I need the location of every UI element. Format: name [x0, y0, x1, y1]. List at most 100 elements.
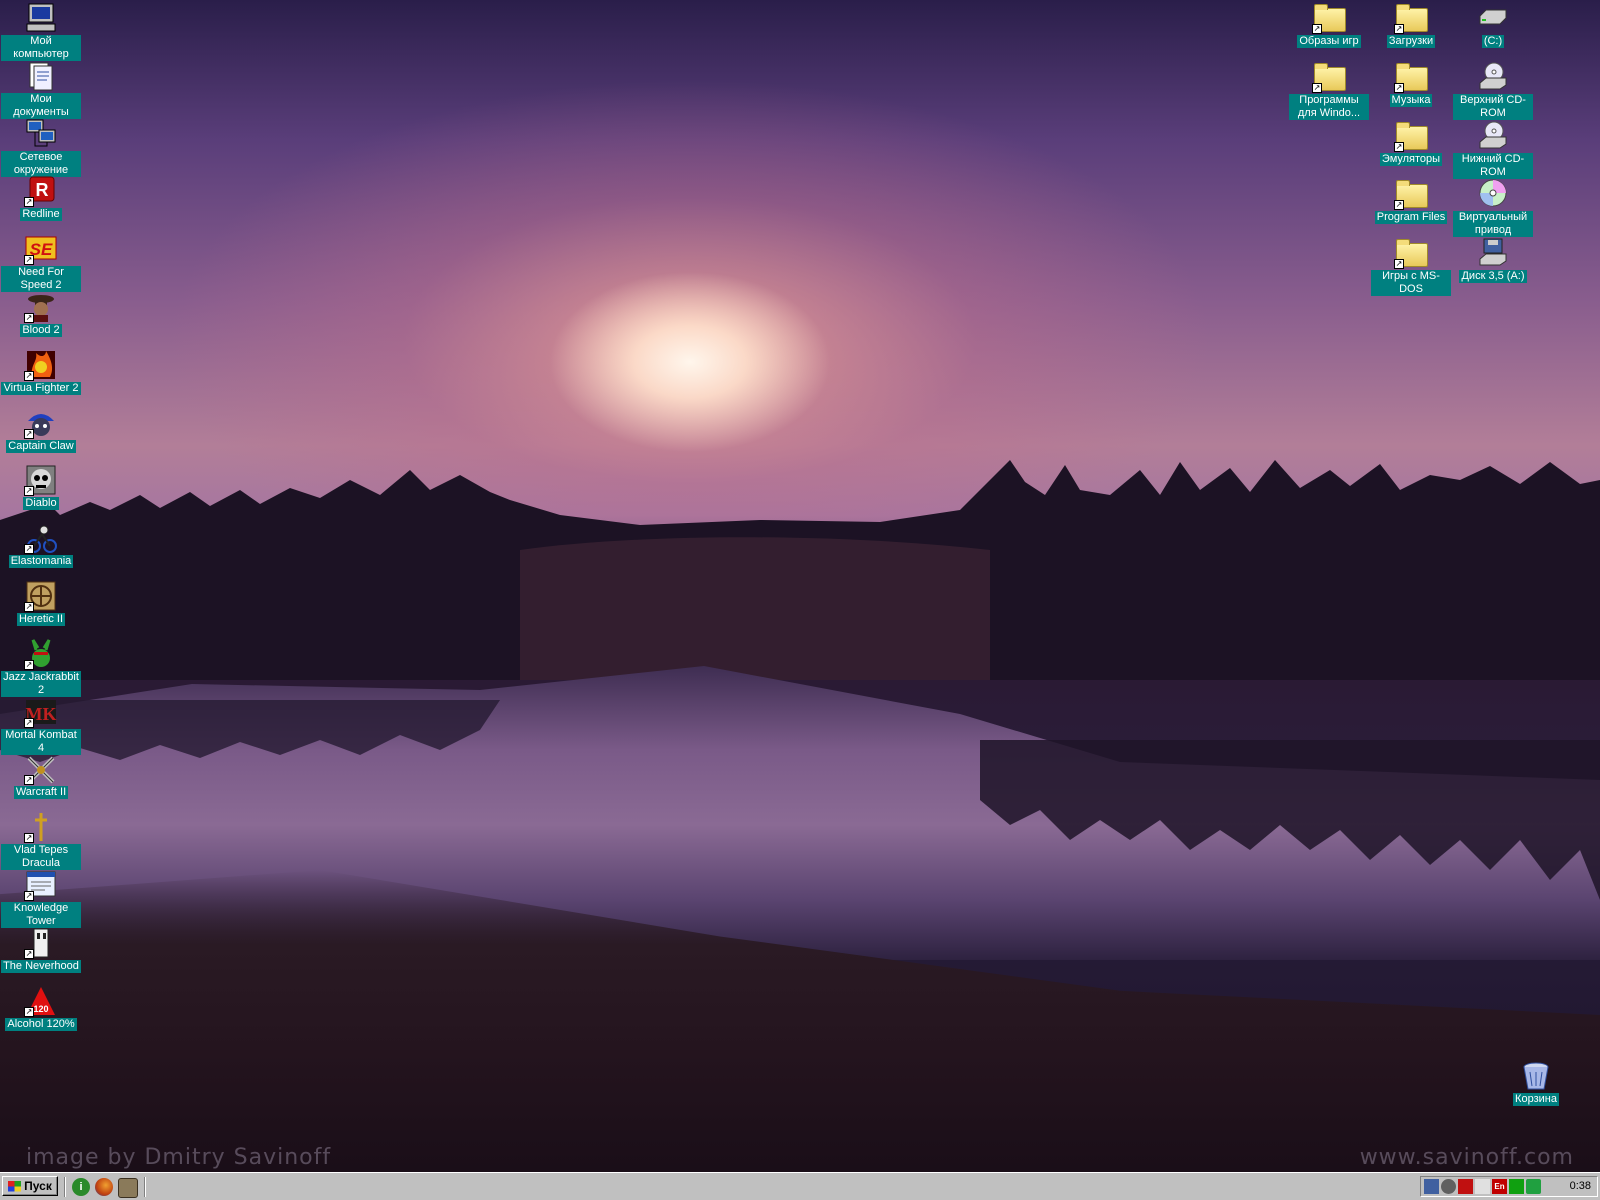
taskbar-separator — [144, 1177, 146, 1197]
knowledge-tower-icon: ↗ — [24, 869, 58, 901]
my-documents-icon — [24, 60, 58, 92]
mortal-kombat-icon: MK ↗ — [24, 696, 58, 728]
desktop-icon-folder-1[interactable]: ↗ Загрузки — [1371, 2, 1451, 48]
desktop-icon-folder-6[interactable]: ↗ Эмуляторы — [1371, 120, 1451, 166]
folder-icon: ↗ — [1394, 61, 1428, 93]
desktop-icon-cdrom-5[interactable]: Верхний CD-ROM — [1453, 61, 1533, 120]
folder-icon: ↗ — [1312, 2, 1346, 34]
system-tray: En 0:38 — [1420, 1176, 1598, 1197]
ati-icon[interactable] — [1458, 1179, 1473, 1194]
show-desktop-icon[interactable]: i — [72, 1178, 90, 1196]
desktop-icon-label: Knowledge Tower — [1, 902, 81, 928]
desktop-icon-elastomania[interactable]: ↗ Elastomania — [1, 522, 81, 569]
desktop-icon-warcraft[interactable]: ↗ Warcraft II — [1, 753, 81, 800]
desktop-icon-my-documents[interactable]: Мои документы — [1, 60, 81, 119]
desktop-icon-label: Warcraft II — [13, 786, 69, 800]
desktop-icon-label: Музыка — [1389, 93, 1433, 107]
desktop-icon-label: Образы игр — [1297, 35, 1361, 48]
desktop-icon-label: Программы для Windo... — [1289, 93, 1369, 120]
desktop-icon-jazz-jackrabbit[interactable]: ↗ Jazz Jackrabbit 2 — [1, 638, 81, 697]
volume-icon[interactable] — [1441, 1179, 1456, 1194]
redline-icon: R ↗ — [24, 175, 58, 208]
desktop-icon-floppy-11[interactable]: Диск 3,5 (A:) — [1453, 237, 1533, 284]
calculator-icon[interactable] — [118, 1178, 138, 1198]
firefox-icon[interactable] — [95, 1178, 113, 1196]
desktop-icon-folder-0[interactable]: ↗ Образы игр — [1289, 2, 1369, 48]
cdrom-icon — [1476, 61, 1510, 93]
desktop-icon-label: Игры с MS-DOS — [1371, 270, 1451, 297]
desktop-icon-network[interactable]: Сетевое окружение — [1, 118, 81, 177]
desktop-icon-label: Jazz Jackrabbit 2 — [1, 670, 81, 697]
recycle-bin-icon — [1519, 1060, 1553, 1092]
start-button[interactable]: Пуск — [2, 1176, 58, 1196]
desktop-icon-virtua-fighter[interactable]: ↗ Virtua Fighter 2 — [1, 349, 81, 395]
diablo-icon: ↗ — [24, 464, 58, 497]
warcraft-icon: ↗ — [24, 753, 58, 786]
cdrom-icon — [1476, 120, 1510, 152]
desktop-icon-label: Мои документы — [1, 92, 81, 119]
codec-icon[interactable] — [1475, 1179, 1490, 1194]
taskbar-separator — [64, 1177, 66, 1197]
network-icon — [24, 118, 58, 150]
need-for-speed-icon: SE ↗ — [24, 233, 58, 266]
desktop-icon-folder-4[interactable]: ↗ Музыка — [1371, 61, 1451, 107]
desktop-icon-neverhood[interactable]: ↗ The Neverhood — [1, 927, 81, 973]
desktop-icon-label: Need For Speed 2 — [1, 266, 81, 293]
language-icon[interactable]: En — [1492, 1179, 1507, 1194]
virtual-drive-icon — [1476, 178, 1510, 210]
desktop-icon-dracula[interactable]: ↗ Vlad Tepes Dracula — [1, 811, 81, 871]
folder-icon: ↗ — [1394, 237, 1428, 270]
desktop-icon-folder-10[interactable]: ↗ Игры с MS-DOS — [1371, 237, 1451, 297]
desktop-icon-knowledge-tower[interactable]: ↗ Knowledge Tower — [1, 869, 81, 928]
dracula-icon: ↗ — [24, 813, 47, 844]
desktop-icon-label: Redline — [20, 208, 62, 222]
desktop-icon-captain-claw[interactable]: ↗ Captain Claw — [1, 407, 81, 453]
heretic-icon: ↗ — [24, 580, 58, 612]
desktop-icon-label: Elastomania — [8, 555, 74, 569]
desktop-icon-folder-3[interactable]: ↗ Программы для Windo... — [1289, 61, 1369, 120]
desktop-icon-label: Alcohol 120% — [5, 1017, 77, 1031]
desktop-icon-label: Виртуальный привод — [1453, 211, 1533, 238]
desktop-icon-heretic[interactable]: ↗ Heretic II — [1, 580, 81, 626]
windows-flag-icon — [8, 1180, 22, 1192]
app-green-icon[interactable] — [1509, 1179, 1524, 1194]
recycle-bin[interactable]: Корзина — [1496, 1060, 1576, 1106]
desktop-icon-redline[interactable]: R ↗ Redline — [1, 175, 81, 222]
desktop-icon-label: Нижний CD-ROM — [1453, 152, 1533, 179]
desktop-icon-diablo[interactable]: ↗ Diablo — [1, 464, 81, 511]
monitor-icon[interactable] — [1424, 1179, 1439, 1194]
desktop-icon-label: Blood 2 — [20, 324, 62, 337]
desktop-icon-cdrom-7[interactable]: Нижний CD-ROM — [1453, 120, 1533, 179]
desktop-icon-mortal-kombat[interactable]: MK ↗ Mortal Kombat 4 — [1, 696, 81, 755]
desktop-icon-alcohol[interactable]: 120 ↗ Alcohol 120% — [1, 985, 81, 1031]
desktop-icon-label: Сетевое окружение — [1, 150, 81, 177]
desktop-icon-label: Mortal Kombat 4 — [1, 728, 81, 755]
desktop-icon-label: Heretic II — [16, 613, 65, 626]
folder-icon: ↗ — [1394, 120, 1428, 152]
desktop-icon-label: Мой компьютер — [1, 35, 81, 61]
desktop-icon-virtual-drive-9[interactable]: Виртуальный привод — [1453, 178, 1533, 238]
jazz-jackrabbit-icon: ↗ — [24, 638, 58, 670]
virtua-fighter-icon: ↗ — [24, 349, 58, 381]
desktop-icon-blood[interactable]: ↗ Blood 2 — [1, 291, 81, 337]
svg-text:120: 120 — [33, 1004, 48, 1014]
desktop-icon-label: Эмуляторы — [1379, 152, 1443, 166]
watermark-left: image by Dmitry Savinoff — [26, 1145, 332, 1170]
elastomania-icon: ↗ — [24, 522, 58, 555]
desktop-icon-hard-drive-2[interactable]: (C:) — [1453, 2, 1533, 48]
folder-icon: ↗ — [1394, 178, 1428, 211]
hard-drive-icon — [1476, 2, 1510, 34]
desktop-icon-folder-8[interactable]: ↗ Program Files — [1371, 178, 1451, 225]
desktop-icon-my-computer[interactable]: Мой компьютер — [1, 2, 81, 61]
desktop[interactable]: image by Dmitry Savinoff www.savinoff.co… — [0, 0, 1600, 1172]
desktop-icon-need-for-speed[interactable]: SE ↗ Need For Speed 2 — [1, 233, 81, 293]
neverhood-icon: ↗ — [24, 927, 58, 959]
clock[interactable]: 0:38 — [1570, 1180, 1591, 1192]
desktop-icon-label: Верхний CD-ROM — [1453, 93, 1533, 120]
watermark-right: www.savinoff.com — [1359, 1145, 1574, 1170]
desktop-icon-label: Vlad Tepes Dracula — [1, 844, 81, 871]
background-treeline — [0, 460, 1600, 680]
network-tray-icon[interactable] — [1526, 1179, 1541, 1194]
desktop-icon-label: Captain Claw — [6, 439, 76, 453]
recycle-bin-label: Корзина — [1513, 1093, 1559, 1106]
